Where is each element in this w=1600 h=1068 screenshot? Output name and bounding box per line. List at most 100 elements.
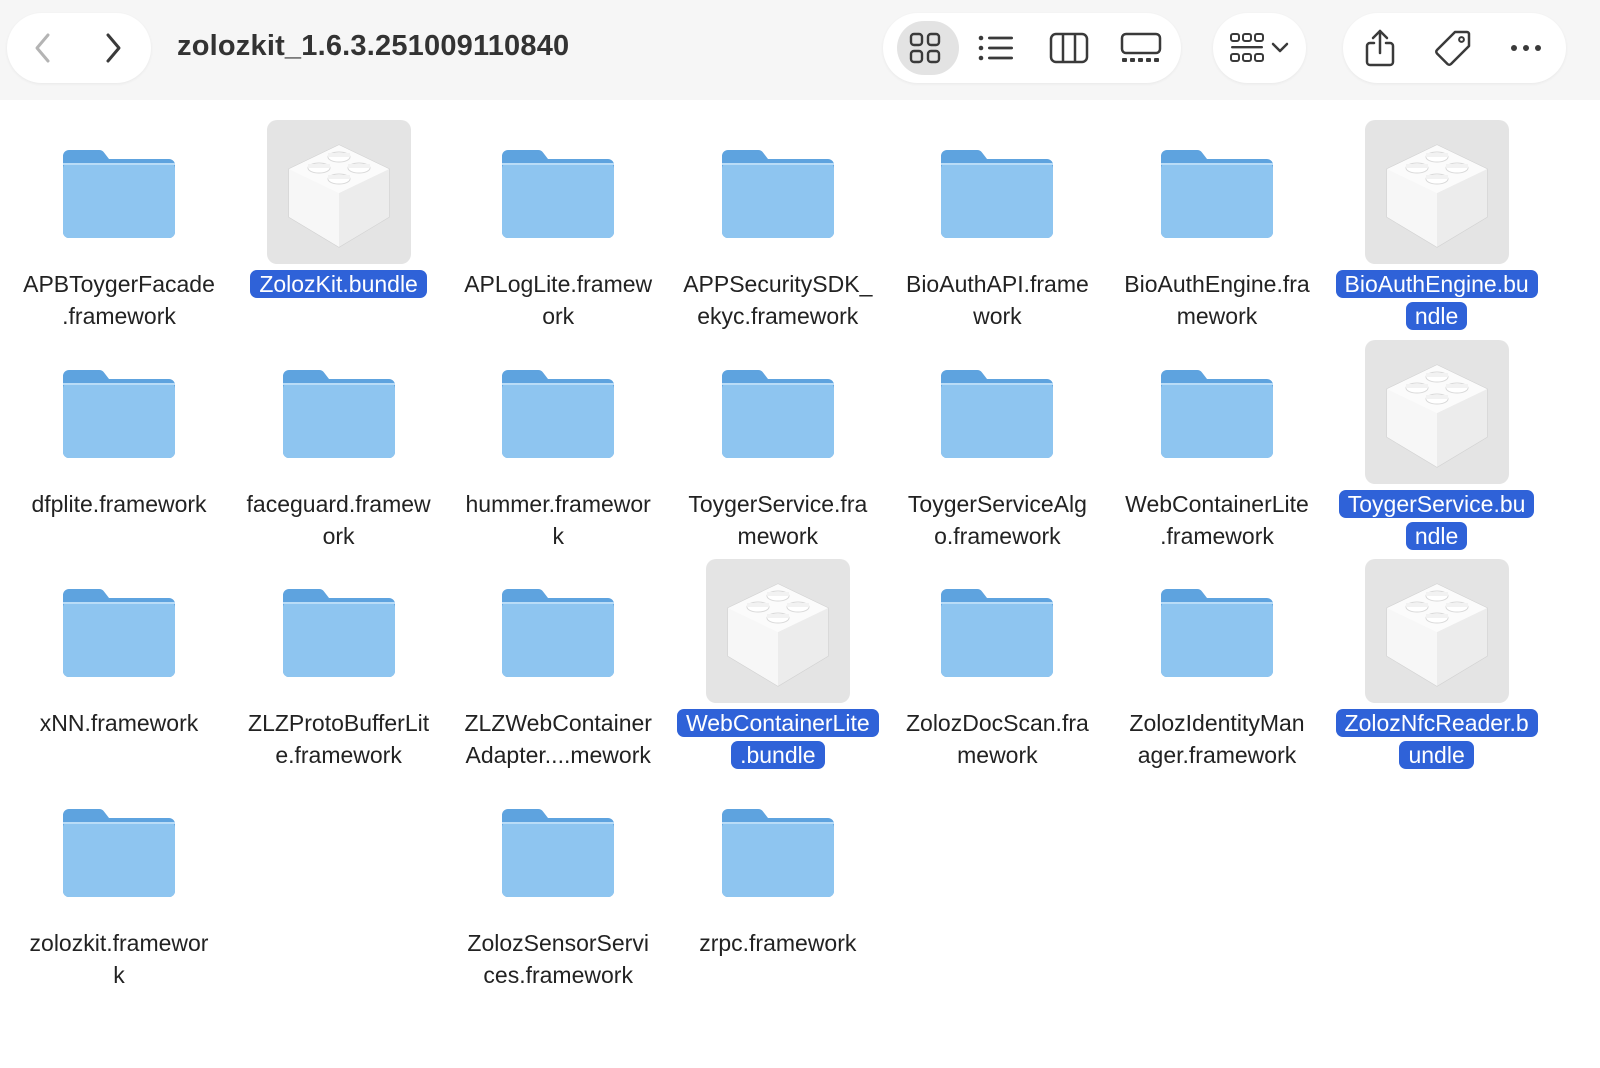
item-name-line: e.framework — [275, 742, 402, 768]
folder-icon — [47, 559, 191, 703]
item-name: ZLZProtoBufferLit e.framework — [227, 707, 451, 771]
folder-icon — [1145, 340, 1289, 484]
item-name-line: ces.framework — [483, 961, 633, 988]
bundle-item[interactable]: WebContainerLite .bundle — [666, 539, 890, 769]
folder-item[interactable]: hummer.framewor k — [446, 320, 670, 549]
bundle-icon — [1364, 339, 1509, 484]
folder-icon — [47, 120, 191, 264]
item-name-line: k — [113, 961, 125, 988]
item-name-line: WebContainerLite — [1125, 490, 1309, 517]
group-by-button[interactable] — [1223, 13, 1299, 83]
item-name-line: ZolozDocScan.fra — [905, 710, 1089, 736]
item-name-line: ZolozKit.bundle — [250, 270, 427, 298]
item-name: ZolozNfcReader.b undle — [1325, 707, 1549, 771]
folder-icon — [706, 779, 850, 923]
item-name-line: ZolozIdentityMan — [1129, 710, 1305, 736]
folder-icon — [47, 340, 191, 484]
item-name: dfplite.framework — [7, 488, 231, 520]
window-title: zolozkit_1.6.3.251009110840 — [177, 30, 570, 62]
item-name-line: BioAuthAPI.frame — [905, 271, 1089, 297]
bundle-icon — [1364, 120, 1509, 264]
item-name: ZolozKit.bundle — [227, 268, 451, 300]
folder-icon — [925, 340, 1069, 484]
item-name-line: BioAuthEngine.fra — [1124, 271, 1310, 297]
folder-item[interactable]: zolozkit.framewor k — [7, 759, 231, 988]
folder-item[interactable]: APBToygerFacade .framework — [7, 100, 231, 329]
more-button[interactable] — [1499, 13, 1553, 83]
item-name-line: ZolozNfcReader.b — [1335, 709, 1538, 737]
folder-item[interactable]: BioAuthEngine.fra mework — [1105, 100, 1329, 329]
gallery-view-icon — [1120, 32, 1162, 64]
item-name: zrpc.framework — [666, 927, 890, 959]
item-name: ZolozIdentityMan ager.framework — [1105, 707, 1329, 771]
folder-item[interactable]: ZolozSensorServi ces.framework — [446, 759, 670, 988]
forward-button[interactable] — [86, 13, 140, 83]
column-view-button[interactable] — [1042, 13, 1096, 83]
item-name-line: mework — [957, 742, 1038, 768]
bundle-icon — [266, 120, 411, 264]
folder-item[interactable]: APLogLite.framew ork — [446, 100, 670, 329]
item-name-line: zrpc.framework — [699, 929, 857, 956]
folder-item[interactable]: ToygerService.fra mework — [666, 320, 890, 549]
chevron-right-icon — [102, 32, 124, 64]
folder-item[interactable]: ZolozDocScan.fra mework — [885, 539, 1109, 768]
item-name-line: ager.framework — [1137, 742, 1297, 768]
more-icon — [1509, 43, 1543, 53]
folder-item[interactable]: dfplite.framework — [7, 320, 231, 544]
item-name-line: WebContainerLite — [676, 709, 879, 737]
finder-toolbar: zolozkit_1.6.3.251009110840 — [0, 0, 1600, 100]
folder-icon — [267, 340, 411, 484]
icon-view-button[interactable] — [897, 13, 959, 83]
folder-item[interactable]: BioAuthAPI.frame work — [885, 100, 1109, 329]
gallery-view-button[interactable] — [1114, 13, 1168, 83]
share-icon — [1363, 28, 1397, 68]
folder-icon — [1145, 559, 1289, 703]
list-view-button[interactable] — [969, 13, 1023, 83]
item-name-line: xNN.framework — [39, 710, 199, 736]
folder-item[interactable]: WebContainerLite .framework — [1105, 320, 1329, 549]
item-name-line: hummer.framewor — [465, 490, 651, 517]
bundle-item[interactable]: ZolozNfcReader.b undle — [1325, 539, 1549, 769]
folder-item[interactable]: xNN.framework — [7, 539, 231, 763]
item-name: ZolozSensorServi ces.framework — [446, 927, 670, 991]
folder-item[interactable]: zrpc.framework — [666, 759, 890, 983]
bundle-item[interactable]: ZolozKit.bundle — [227, 100, 451, 324]
folder-item[interactable]: APPSecuritySDK_ ekyc.framework — [666, 100, 890, 329]
item-name-line: dfplite.framework — [31, 490, 207, 517]
share-button[interactable] — [1353, 13, 1407, 83]
back-button[interactable] — [16, 13, 70, 83]
group-grid-icon — [1229, 31, 1293, 65]
folder-item[interactable]: ZLZProtoBufferLit e.framework — [227, 539, 451, 768]
chevron-left-icon — [32, 32, 54, 64]
folder-icon — [925, 559, 1069, 703]
tag-icon — [1433, 28, 1473, 68]
item-name-line: faceguard.framew — [246, 490, 431, 517]
folder-icon — [706, 120, 850, 264]
folder-icon — [267, 559, 411, 703]
folder-icon — [706, 340, 850, 484]
item-name: ZolozDocScan.fra mework — [885, 707, 1109, 771]
folder-icon — [486, 779, 630, 923]
folder-icon — [925, 120, 1069, 264]
bundle-item[interactable]: ToygerService.bu ndle — [1325, 320, 1549, 550]
item-name-line: undle — [1399, 741, 1474, 769]
item-name-line: ToygerService.bu — [1338, 489, 1535, 518]
item-name-line: ZLZWebContainer — [464, 710, 652, 736]
tag-button[interactable] — [1426, 13, 1480, 83]
item-name-line: ZolozSensorServi — [467, 929, 649, 956]
folder-item[interactable]: faceguard.framew ork — [227, 320, 451, 549]
column-view-icon — [1049, 32, 1089, 64]
item-name-line: ToygerService.fra — [688, 490, 868, 517]
list-view-icon — [977, 33, 1015, 63]
folder-item[interactable]: ZolozIdentityMan ager.framework — [1105, 539, 1329, 768]
item-name-line: APPSecuritySDK_ — [683, 271, 873, 297]
file-icon-grid: APBToygerFacade .framework ZolozKit.bundl… — [0, 100, 1600, 1068]
folder-icon — [486, 340, 630, 484]
item-name: xNN.framework — [7, 707, 231, 739]
folder-item[interactable]: ToygerServiceAlg o.framework — [885, 320, 1109, 549]
folder-icon — [47, 779, 191, 923]
bundle-item[interactable]: BioAuthEngine.bu ndle — [1325, 100, 1549, 330]
folder-item[interactable]: ZLZWebContainer Adapter....mework — [446, 539, 670, 768]
bundle-icon — [1364, 559, 1509, 703]
icon-view-icon — [908, 31, 942, 65]
